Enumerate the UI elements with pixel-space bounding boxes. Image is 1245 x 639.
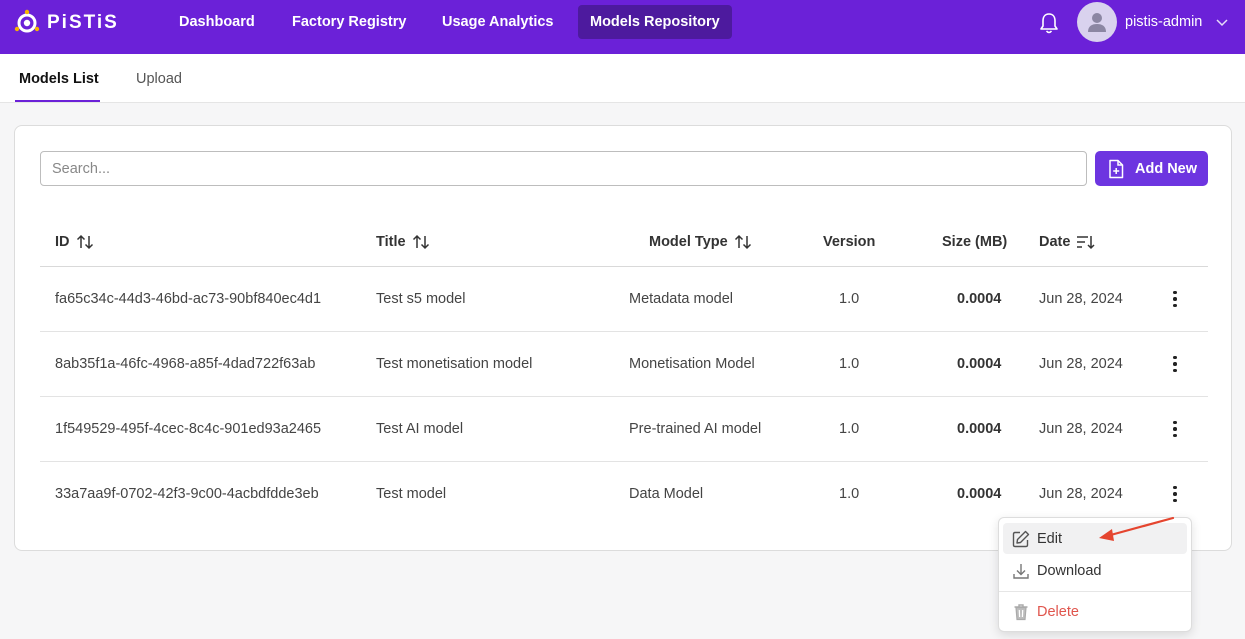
- row-actions-menu-icon[interactable]: [1167, 482, 1183, 506]
- user-name[interactable]: pistis-admin: [1125, 14, 1202, 30]
- nav-dashboard[interactable]: Dashboard: [167, 5, 267, 39]
- cell-model-type: Pre-trained AI model: [629, 421, 762, 437]
- menu-item-download[interactable]: Download: [1003, 555, 1187, 586]
- cell-size: 0.0004: [957, 486, 1002, 502]
- menu-item-label: Delete: [1037, 603, 1079, 620]
- cell-id: 8ab35f1a-46fc-4968-a85f-4dad722f63ab: [55, 356, 316, 372]
- chevron-down-icon[interactable]: [1215, 15, 1229, 29]
- top-navbar: PiSTiS Dashboard Factory Registry Usage …: [0, 0, 1245, 54]
- avatar[interactable]: [1077, 2, 1117, 42]
- row-actions-menu-icon[interactable]: [1167, 352, 1183, 376]
- row-actions-menu-icon[interactable]: [1167, 417, 1183, 441]
- column-header-size: Size (MB): [942, 234, 1008, 250]
- models-card: Add New ID Title Model Type Version Size…: [14, 125, 1232, 551]
- active-tab-indicator: [15, 100, 100, 102]
- cell-version: 1.0: [839, 291, 860, 307]
- cell-version: 1.0: [839, 486, 860, 502]
- annotation-arrow-icon: [1099, 516, 1175, 541]
- cell-model-type: Monetisation Model: [629, 356, 755, 372]
- nav-models-repository[interactable]: Models Repository: [578, 5, 732, 39]
- nav-factory-registry[interactable]: Factory Registry: [280, 5, 418, 39]
- table-row[interactable]: 1f549529-495f-4cec-8c4c-901ed93a2465 Tes…: [40, 397, 1208, 462]
- bell-icon[interactable]: [1038, 11, 1060, 35]
- tab-models-list[interactable]: Models List: [19, 71, 99, 87]
- column-header-date[interactable]: Date: [1039, 234, 1096, 250]
- app-logo[interactable]: PiSTiS: [14, 9, 119, 37]
- column-header-model-type[interactable]: Model Type: [649, 234, 752, 250]
- cell-version: 1.0: [839, 421, 860, 437]
- cell-size: 0.0004: [957, 421, 1002, 437]
- cell-model-type: Metadata model: [629, 291, 733, 307]
- column-header-id[interactable]: ID: [55, 234, 94, 250]
- menu-item-label: Download: [1037, 562, 1102, 579]
- logo-icon: [14, 9, 40, 33]
- cell-id: 33a7aa9f-0702-42f3-9c00-4acbdfdde3eb: [55, 486, 319, 502]
- cell-model-type: Data Model: [629, 486, 704, 502]
- user-icon: [1088, 13, 1106, 32]
- subtabs-bar: Models List Upload: [0, 54, 1245, 103]
- column-header-version: Version: [823, 234, 876, 250]
- add-file-icon: [1109, 159, 1124, 178]
- menu-item-label: Edit: [1037, 530, 1062, 547]
- brand-name: PiSTiS: [47, 12, 119, 33]
- cell-title: Test s5 model: [376, 291, 466, 307]
- sort-icon: [412, 234, 429, 250]
- menu-divider: [999, 591, 1191, 592]
- cell-date: Jun 28, 2024: [1039, 486, 1123, 502]
- sort-icon: [76, 234, 93, 250]
- cell-title: Test model: [376, 486, 447, 502]
- cell-size: 0.0004: [957, 291, 1002, 307]
- sort-descending-icon: [1077, 236, 1095, 250]
- cell-date: Jun 28, 2024: [1039, 421, 1123, 437]
- add-new-label: Add New: [1135, 160, 1198, 177]
- tab-upload[interactable]: Upload: [136, 71, 182, 87]
- cell-title: Test AI model: [376, 421, 464, 437]
- cell-size: 0.0004: [957, 356, 1002, 372]
- column-header-title[interactable]: Title: [376, 234, 430, 250]
- nav-usage-analytics[interactable]: Usage Analytics: [430, 5, 565, 39]
- cell-id: 1f549529-495f-4cec-8c4c-901ed93a2465: [55, 421, 322, 437]
- menu-item-delete[interactable]: Delete: [1003, 596, 1187, 627]
- sort-icon: [734, 234, 751, 250]
- table-row[interactable]: fa65c34c-44d3-46bd-ac73-90bf840ec4d1 Tes…: [40, 267, 1208, 332]
- edit-icon: [1012, 530, 1030, 547]
- table-row[interactable]: 8ab35f1a-46fc-4968-a85f-4dad722f63ab Tes…: [40, 332, 1208, 397]
- row-actions-menu-icon[interactable]: [1167, 287, 1183, 311]
- cell-version: 1.0: [839, 356, 860, 372]
- trash-icon: [1014, 603, 1028, 620]
- search-input[interactable]: [40, 151, 1087, 186]
- cell-id: fa65c34c-44d3-46bd-ac73-90bf840ec4d1: [55, 291, 322, 307]
- cell-date: Jun 28, 2024: [1039, 291, 1123, 307]
- cell-date: Jun 28, 2024: [1039, 356, 1123, 372]
- cell-title: Test monetisation model: [376, 356, 533, 372]
- download-icon: [1013, 563, 1029, 579]
- add-new-button[interactable]: Add New: [1095, 151, 1208, 186]
